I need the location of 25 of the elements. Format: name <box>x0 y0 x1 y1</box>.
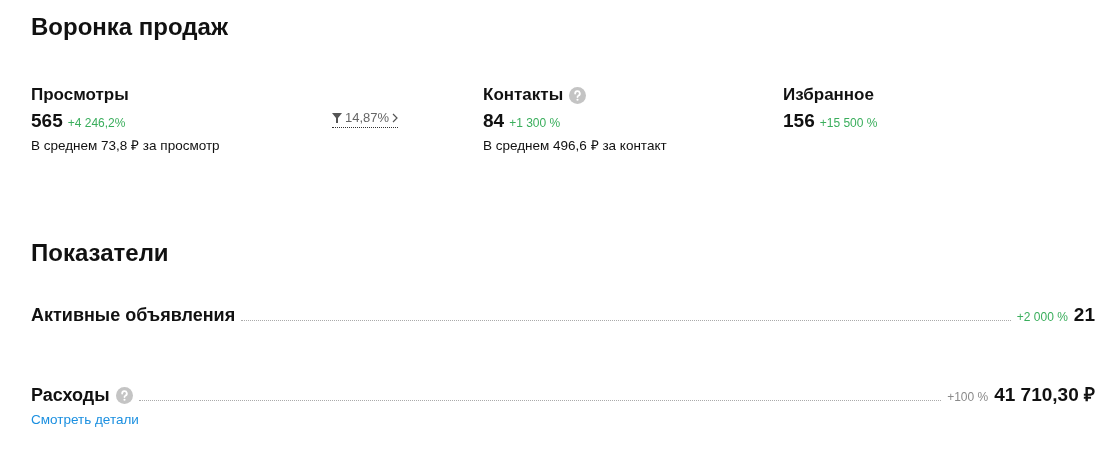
stage-label: Избранное <box>783 85 874 105</box>
metric-label: Активные объявления <box>31 304 236 326</box>
change-percent: +1 300 % <box>509 116 561 130</box>
metric-value: 41 710,30 ₽ <box>994 384 1095 406</box>
chevron-right-icon <box>392 112 399 123</box>
details-link[interactable]: Смотреть детали <box>31 412 139 427</box>
conversion-link[interactable]: 14,87% <box>332 110 399 128</box>
help-icon[interactable] <box>569 86 587 104</box>
change-percent: +15 500 % <box>819 116 878 130</box>
average-cost: В среднем 73,8 ₽ за просмотр <box>31 137 221 154</box>
average-cost: В среднем 496,6 ₽ за контакт <box>483 137 668 154</box>
section-title: Показатели <box>31 238 170 268</box>
metric-value: 21 <box>1073 304 1095 326</box>
change-percent: +100 % <box>947 390 989 406</box>
stage-value: 565 <box>31 110 63 132</box>
stage-value: 156 <box>783 110 815 132</box>
stage-label: Просмотры <box>31 85 129 105</box>
filter-icon <box>332 112 342 123</box>
change-percent: +4 246,2% <box>67 116 126 130</box>
stage-value: 84 <box>483 110 505 132</box>
stage-label: Контакты <box>483 85 564 105</box>
change-percent: +2 000 % <box>1016 310 1068 326</box>
metric-label: Расходы <box>31 384 110 406</box>
section-title: Воронка продаж <box>31 12 229 42</box>
help-icon[interactable] <box>115 386 133 404</box>
